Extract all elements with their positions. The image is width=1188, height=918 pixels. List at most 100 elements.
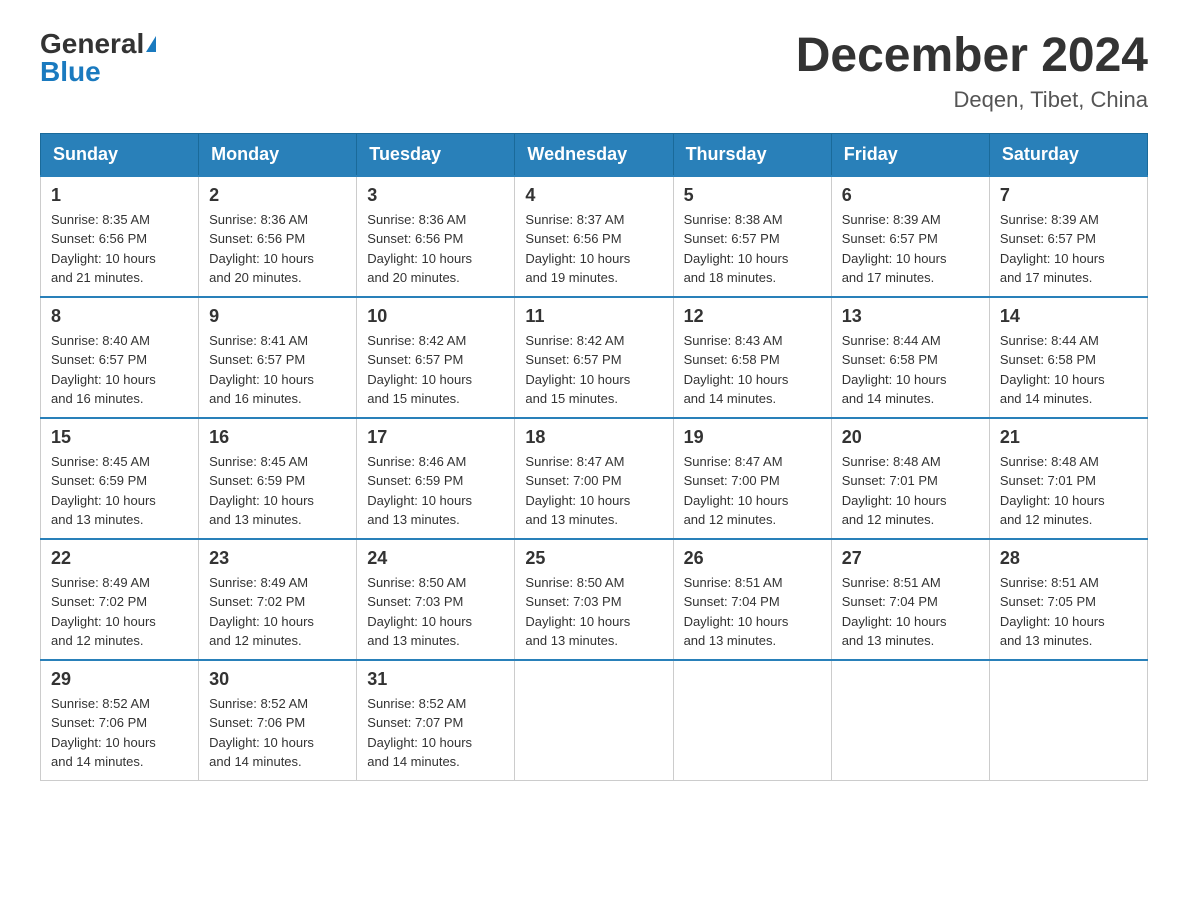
calendar-cell: 26Sunrise: 8:51 AM Sunset: 7:04 PM Dayli… [673, 539, 831, 660]
calendar-cell: 16 Sunrise: 8:45 AM Sunset: 6:59 PM Dayli… [199, 418, 357, 539]
day-info: Sunrise: 8:52 AM Sunset: 7:07 PM Dayligh… [367, 694, 504, 772]
day-number: 18 [525, 427, 662, 448]
column-header-monday: Monday [199, 133, 357, 176]
day-info: Sunrise: 8:46 AM Sunset: 6:59 PM Dayligh… [367, 452, 504, 530]
day-info: Sunrise: 8:44 AM Sunset: 6:58 PM Dayligh… [1000, 331, 1137, 409]
calendar-cell: 21 Sunrise: 8:48 AM Sunset: 7:01 PM Dayli… [989, 418, 1147, 539]
day-info: Sunrise: 8:52 AM Sunset: 7:06 PM Dayligh… [209, 694, 346, 772]
calendar-cell: 31 Sunrise: 8:52 AM Sunset: 7:07 PM Dayli… [357, 660, 515, 781]
column-header-friday: Friday [831, 133, 989, 176]
week-row-4: 22 Sunrise: 8:49 AM Sunset: 7:02 PM Dayli… [41, 539, 1148, 660]
day-info: Sunrise: 8:38 AM Sunset: 6:57 PM Dayligh… [684, 210, 821, 288]
day-number: 23 [209, 548, 346, 569]
calendar-cell: 30 Sunrise: 8:52 AM Sunset: 7:06 PM Dayli… [199, 660, 357, 781]
day-info: Sunrise: 8:50 AM Sunset: 7:03 PM Dayligh… [525, 573, 662, 651]
day-info: Sunrise: 8:47 AM Sunset: 7:00 PM Dayligh… [525, 452, 662, 530]
day-info: Sunrise: 8:52 AM Sunset: 7:06 PM Dayligh… [51, 694, 188, 772]
calendar-cell: 25 Sunrise: 8:50 AM Sunset: 7:03 PM Dayli… [515, 539, 673, 660]
calendar-cell: 1 Sunrise: 8:35 AM Sunset: 6:56 PM Daylig… [41, 176, 199, 297]
day-info: Sunrise: 8:35 AM Sunset: 6:56 PM Dayligh… [51, 210, 188, 288]
day-number: 30 [209, 669, 346, 690]
calendar-cell: 17 Sunrise: 8:46 AM Sunset: 6:59 PM Dayli… [357, 418, 515, 539]
week-row-3: 15 Sunrise: 8:45 AM Sunset: 6:59 PM Dayli… [41, 418, 1148, 539]
day-number: 21 [1000, 427, 1137, 448]
day-number: 16 [209, 427, 346, 448]
day-info: Sunrise: 8:48 AM Sunset: 7:01 PM Dayligh… [1000, 452, 1137, 530]
week-row-2: 8 Sunrise: 8:40 AM Sunset: 6:57 PM Daylig… [41, 297, 1148, 418]
calendar-cell: 4Sunrise: 8:37 AM Sunset: 6:56 PM Daylig… [515, 176, 673, 297]
calendar-cell: 3 Sunrise: 8:36 AM Sunset: 6:56 PM Daylig… [357, 176, 515, 297]
calendar-header-row: SundayMondayTuesdayWednesdayThursdayFrid… [41, 133, 1148, 176]
calendar-cell: 23 Sunrise: 8:49 AM Sunset: 7:02 PM Dayli… [199, 539, 357, 660]
day-number: 26 [684, 548, 821, 569]
calendar-cell: 12Sunrise: 8:43 AM Sunset: 6:58 PM Dayli… [673, 297, 831, 418]
calendar-cell: 9Sunrise: 8:41 AM Sunset: 6:57 PM Daylig… [199, 297, 357, 418]
calendar-cell: 20Sunrise: 8:48 AM Sunset: 7:01 PM Dayli… [831, 418, 989, 539]
day-number: 9 [209, 306, 346, 327]
calendar-cell: 19 Sunrise: 8:47 AM Sunset: 7:00 PM Dayli… [673, 418, 831, 539]
logo-triangle-icon [146, 36, 156, 52]
day-info: Sunrise: 8:42 AM Sunset: 6:57 PM Dayligh… [367, 331, 504, 409]
week-row-5: 29Sunrise: 8:52 AM Sunset: 7:06 PM Dayli… [41, 660, 1148, 781]
calendar-cell: 14 Sunrise: 8:44 AM Sunset: 6:58 PM Dayli… [989, 297, 1147, 418]
day-number: 14 [1000, 306, 1137, 327]
day-number: 1 [51, 185, 188, 206]
column-header-tuesday: Tuesday [357, 133, 515, 176]
day-number: 28 [1000, 548, 1137, 569]
calendar-cell: 15Sunrise: 8:45 AM Sunset: 6:59 PM Dayli… [41, 418, 199, 539]
day-info: Sunrise: 8:43 AM Sunset: 6:58 PM Dayligh… [684, 331, 821, 409]
day-number: 20 [842, 427, 979, 448]
month-year-title: December 2024 [796, 30, 1148, 83]
day-number: 8 [51, 306, 188, 327]
day-number: 17 [367, 427, 504, 448]
calendar-cell [515, 660, 673, 781]
header: General Blue December 2024 Deqen, Tibet,… [40, 30, 1148, 113]
day-number: 13 [842, 306, 979, 327]
logo-blue-text: Blue [40, 58, 101, 86]
day-number: 22 [51, 548, 188, 569]
day-info: Sunrise: 8:39 AM Sunset: 6:57 PM Dayligh… [842, 210, 979, 288]
calendar-cell: 7 Sunrise: 8:39 AM Sunset: 6:57 PM Daylig… [989, 176, 1147, 297]
day-info: Sunrise: 8:39 AM Sunset: 6:57 PM Dayligh… [1000, 210, 1137, 288]
day-info: Sunrise: 8:45 AM Sunset: 6:59 PM Dayligh… [209, 452, 346, 530]
day-number: 7 [1000, 185, 1137, 206]
logo: General Blue [40, 30, 156, 86]
column-header-wednesday: Wednesday [515, 133, 673, 176]
day-info: Sunrise: 8:36 AM Sunset: 6:56 PM Dayligh… [367, 210, 504, 288]
day-number: 3 [367, 185, 504, 206]
day-info: Sunrise: 8:49 AM Sunset: 7:02 PM Dayligh… [209, 573, 346, 651]
day-info: Sunrise: 8:40 AM Sunset: 6:57 PM Dayligh… [51, 331, 188, 409]
day-info: Sunrise: 8:51 AM Sunset: 7:05 PM Dayligh… [1000, 573, 1137, 651]
column-header-thursday: Thursday [673, 133, 831, 176]
location-subtitle: Deqen, Tibet, China [796, 87, 1148, 113]
calendar-cell: 24Sunrise: 8:50 AM Sunset: 7:03 PM Dayli… [357, 539, 515, 660]
day-number: 19 [684, 427, 821, 448]
week-row-1: 1 Sunrise: 8:35 AM Sunset: 6:56 PM Daylig… [41, 176, 1148, 297]
logo-general-text: General [40, 30, 144, 58]
calendar-cell [831, 660, 989, 781]
day-number: 6 [842, 185, 979, 206]
day-number: 15 [51, 427, 188, 448]
day-info: Sunrise: 8:49 AM Sunset: 7:02 PM Dayligh… [51, 573, 188, 651]
day-number: 5 [684, 185, 821, 206]
day-info: Sunrise: 8:36 AM Sunset: 6:56 PM Dayligh… [209, 210, 346, 288]
day-number: 11 [525, 306, 662, 327]
day-info: Sunrise: 8:47 AM Sunset: 7:00 PM Dayligh… [684, 452, 821, 530]
calendar-cell: 10Sunrise: 8:42 AM Sunset: 6:57 PM Dayli… [357, 297, 515, 418]
day-number: 25 [525, 548, 662, 569]
calendar-cell: 5 Sunrise: 8:38 AM Sunset: 6:57 PM Daylig… [673, 176, 831, 297]
calendar-cell: 6 Sunrise: 8:39 AM Sunset: 6:57 PM Daylig… [831, 176, 989, 297]
calendar-cell: 29Sunrise: 8:52 AM Sunset: 7:06 PM Dayli… [41, 660, 199, 781]
calendar-cell: 13 Sunrise: 8:44 AM Sunset: 6:58 PM Dayli… [831, 297, 989, 418]
calendar-cell: 22 Sunrise: 8:49 AM Sunset: 7:02 PM Dayli… [41, 539, 199, 660]
calendar-cell [989, 660, 1147, 781]
calendar-cell: 2 Sunrise: 8:36 AM Sunset: 6:56 PM Daylig… [199, 176, 357, 297]
column-header-sunday: Sunday [41, 133, 199, 176]
day-number: 2 [209, 185, 346, 206]
day-info: Sunrise: 8:51 AM Sunset: 7:04 PM Dayligh… [842, 573, 979, 651]
calendar-cell: 27Sunrise: 8:51 AM Sunset: 7:04 PM Dayli… [831, 539, 989, 660]
day-number: 31 [367, 669, 504, 690]
day-info: Sunrise: 8:44 AM Sunset: 6:58 PM Dayligh… [842, 331, 979, 409]
day-number: 24 [367, 548, 504, 569]
day-number: 4 [525, 185, 662, 206]
